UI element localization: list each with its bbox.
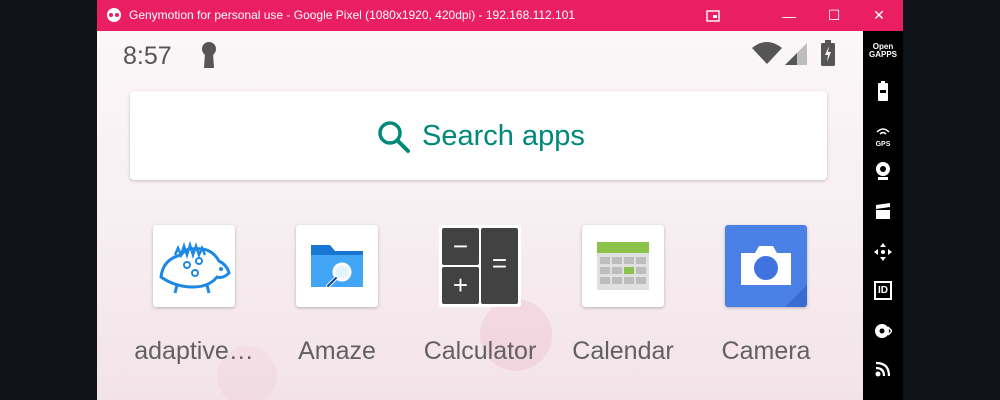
title-bar[interactable]: Genymotion for personal use - Google Pix… bbox=[97, 0, 903, 31]
id-icon[interactable]: ID bbox=[863, 281, 903, 300]
search-icon bbox=[378, 121, 410, 153]
app-adaptive[interactable]: adaptive… bbox=[124, 225, 264, 375]
opengapps-icon[interactable]: Open GAPPS bbox=[863, 43, 903, 59]
camera-icon bbox=[725, 225, 807, 307]
calculator-icon: − = + bbox=[439, 225, 521, 307]
plus-key: + bbox=[452, 270, 469, 300]
opengapps-label: GAPPS bbox=[868, 50, 897, 59]
minus-key: − bbox=[452, 231, 469, 261]
maximize-button[interactable]: ☐ bbox=[812, 0, 856, 31]
android-screen[interactable]: 8:57 Search apps adaptive… Amaze − = + C… bbox=[97, 31, 863, 400]
clapperboard-icon[interactable] bbox=[863, 203, 903, 219]
app-label: Calendar bbox=[572, 337, 674, 365]
calendar-icon bbox=[582, 225, 664, 307]
screen-capture-icon[interactable] bbox=[691, 0, 735, 31]
status-bar: 8:57 bbox=[97, 31, 863, 79]
close-button[interactable]: ✕ bbox=[857, 0, 901, 31]
equals-key: = bbox=[491, 248, 508, 278]
battery-icon[interactable] bbox=[863, 81, 903, 101]
app-calculator[interactable]: − = + Calculator bbox=[410, 225, 550, 375]
emulator-window: Genymotion for personal use - Google Pix… bbox=[97, 0, 903, 400]
rss-icon[interactable] bbox=[863, 361, 903, 377]
genymotion-toolbar: Open GAPPS GPS ID bbox=[863, 31, 903, 400]
disk-icon[interactable] bbox=[863, 323, 903, 339]
window-title: Genymotion for personal use - Google Pix… bbox=[129, 8, 576, 22]
app-camera[interactable]: Camera bbox=[696, 225, 836, 375]
dinosaur-icon bbox=[153, 225, 235, 307]
genymotion-logo-icon bbox=[107, 8, 121, 22]
move-icon[interactable] bbox=[863, 243, 903, 261]
id-label: ID bbox=[874, 281, 892, 300]
app-label: Camera bbox=[721, 337, 811, 365]
keyhole-icon bbox=[202, 42, 216, 68]
gps-label: GPS bbox=[875, 141, 891, 148]
webcam-icon[interactable] bbox=[863, 161, 903, 181]
gps-icon[interactable]: GPS bbox=[863, 123, 903, 148]
search-apps-bar[interactable]: Search apps bbox=[130, 91, 827, 180]
folder-search-icon bbox=[296, 225, 378, 307]
app-label: Amaze bbox=[298, 337, 376, 365]
app-label: adaptive… bbox=[134, 337, 254, 365]
wifi-icon bbox=[752, 42, 782, 64]
app-amaze[interactable]: Amaze bbox=[267, 225, 407, 375]
app-calendar[interactable]: Calendar bbox=[553, 225, 693, 375]
app-label: Calculator bbox=[423, 337, 537, 365]
battery-charging-icon bbox=[821, 40, 835, 66]
minimize-button[interactable]: — bbox=[767, 0, 811, 31]
clock: 8:57 bbox=[123, 42, 172, 70]
search-label: Search apps bbox=[422, 120, 585, 152]
cell-signal-icon bbox=[785, 43, 807, 65]
